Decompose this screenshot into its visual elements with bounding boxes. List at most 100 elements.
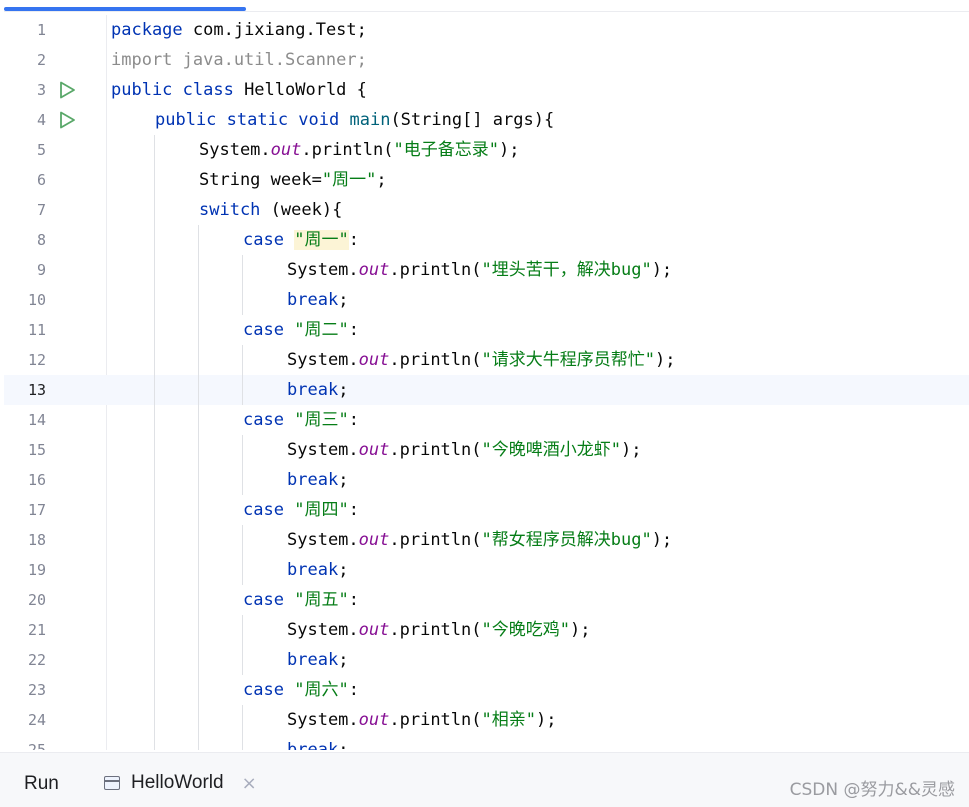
line-number[interactable]: 17 <box>4 501 46 519</box>
line-number[interactable]: 15 <box>4 441 46 459</box>
line-number[interactable]: 25 <box>4 741 46 750</box>
code-text[interactable]: public class HelloWorld { <box>111 80 367 100</box>
code-line[interactable]: 14 case "周三": <box>4 405 969 435</box>
run-tool-window-title[interactable]: Run <box>24 773 59 795</box>
code-token: ; <box>338 290 349 310</box>
code-line[interactable]: 19 break; <box>4 555 969 585</box>
code-line[interactable]: 17 case "周四": <box>4 495 969 525</box>
line-number[interactable]: 1 <box>4 21 46 39</box>
code-text[interactable]: break; <box>287 470 348 490</box>
code-text[interactable]: case "周五": <box>243 590 359 610</box>
code-text[interactable]: public static void main(String[] args){ <box>155 110 554 130</box>
code-text[interactable]: break; <box>287 380 348 400</box>
code-text[interactable]: import java.util.Scanner; <box>111 50 367 70</box>
code-line[interactable]: 5 System.out.println("电子备忘录"); <box>4 135 969 165</box>
code-line[interactable]: 15 System.out.println("今晚啤酒小龙虾"); <box>4 435 969 465</box>
code-text[interactable]: case "周二": <box>243 320 359 340</box>
code-line[interactable]: 10 break; <box>4 285 969 315</box>
code-text[interactable]: switch (week){ <box>199 200 342 220</box>
code-line[interactable]: 21 System.out.println("今晚吃鸡"); <box>4 615 969 645</box>
line-number[interactable]: 7 <box>4 201 46 219</box>
indent-guide <box>242 345 243 405</box>
code-text[interactable]: break; <box>287 740 348 750</box>
line-number[interactable]: 2 <box>4 51 46 69</box>
code-text[interactable]: System.out.println("今晚啤酒小龙虾"); <box>287 440 641 460</box>
code-token: ); <box>620 440 642 460</box>
line-number[interactable]: 24 <box>4 711 46 729</box>
code-editor[interactable]: 1 package com.jixiang.Test; 2 import java.u… <box>4 15 969 750</box>
close-icon[interactable]: × <box>242 773 257 794</box>
line-number[interactable]: 8 <box>4 231 46 249</box>
code-text[interactable]: System.out.println("今晚吃鸡"); <box>287 620 590 640</box>
code-line[interactable]: 25 break; <box>4 735 969 750</box>
line-number[interactable]: 11 <box>4 321 46 339</box>
code-token: import java.util.Scanner; <box>111 50 367 70</box>
line-number[interactable]: 19 <box>4 561 46 579</box>
code-text[interactable]: System.out.println("埋头苦干，解决bug"); <box>287 260 672 280</box>
code-text[interactable]: System.out.println("帮女程序员解决bug"); <box>287 530 672 550</box>
code-token: .println( <box>389 350 482 370</box>
code-text[interactable]: case "周六": <box>243 680 359 700</box>
code-line[interactable]: 7 switch (week){ <box>4 195 969 225</box>
code-line[interactable]: 9 System.out.println("埋头苦干，解决bug"); <box>4 255 969 285</box>
code-line[interactable]: 22 break; <box>4 645 969 675</box>
code-token: case <box>243 680 284 700</box>
line-number[interactable]: 20 <box>4 591 46 609</box>
line-number[interactable]: 21 <box>4 621 46 639</box>
line-number[interactable]: 14 <box>4 411 46 429</box>
code-line[interactable]: 16 break; <box>4 465 969 495</box>
line-number[interactable]: 6 <box>4 171 46 189</box>
code-text[interactable]: break; <box>287 560 348 580</box>
code-token: "请求大牛程序员帮忙" <box>481 350 655 370</box>
tab-label[interactable]: HelloWorld <box>131 772 224 794</box>
code-text[interactable]: System.out.println("请求大牛程序员帮忙"); <box>287 350 675 370</box>
line-number[interactable]: 23 <box>4 681 46 699</box>
code-text[interactable]: System.out.println("相亲"); <box>287 710 556 730</box>
code-line[interactable]: 6 String week="周一"; <box>4 165 969 195</box>
code-line[interactable]: 1 package com.jixiang.Test; <box>4 15 969 45</box>
code-text[interactable]: case "周四": <box>243 500 359 520</box>
code-line[interactable]: 18 System.out.println("帮女程序员解决bug"); <box>4 525 969 555</box>
code-text[interactable]: case "周一": <box>243 230 359 250</box>
code-text[interactable]: break; <box>287 650 348 670</box>
code-text[interactable]: break; <box>287 290 348 310</box>
line-number[interactable]: 12 <box>4 351 46 369</box>
code-line[interactable]: 23 case "周六": <box>4 675 969 705</box>
line-number[interactable]: 22 <box>4 651 46 669</box>
code-text[interactable]: case "周三": <box>243 410 359 430</box>
code-text[interactable]: String week="周一"; <box>199 170 387 190</box>
tab-helloworld[interactable]: HelloWorld × <box>104 771 257 795</box>
run-tool-window-bar: Run HelloWorld × CSDN @努力&&灵感 <box>0 753 969 807</box>
line-number[interactable]: 16 <box>4 471 46 489</box>
line-number[interactable]: 4 <box>4 111 46 129</box>
code-text[interactable]: System.out.println("电子备忘录"); <box>199 140 519 160</box>
line-number[interactable]: 9 <box>4 261 46 279</box>
line-number[interactable]: 18 <box>4 531 46 549</box>
code-token: HelloWorld { <box>233 80 367 100</box>
code-line[interactable]: 4 public static void main(String[] args){ <box>4 105 969 135</box>
code-line[interactable]: 13 break; <box>4 375 969 405</box>
line-number[interactable]: 5 <box>4 141 46 159</box>
code-line[interactable]: 12 System.out.println("请求大牛程序员帮忙"); <box>4 345 969 375</box>
code-line[interactable]: 24 System.out.println("相亲"); <box>4 705 969 735</box>
code-token: ; <box>338 740 349 750</box>
line-number[interactable]: 10 <box>4 291 46 309</box>
line-number[interactable]: 3 <box>4 81 46 99</box>
code-line[interactable]: 8 case "周一": <box>4 225 969 255</box>
line-number[interactable]: 13 <box>4 381 46 399</box>
code-token: "周四" <box>294 500 349 520</box>
code-line[interactable]: 11 case "周二": <box>4 315 969 345</box>
code-token: switch <box>199 200 261 220</box>
run-triangle-icon[interactable] <box>56 79 78 101</box>
code-line[interactable]: 3 public class HelloWorld { <box>4 75 969 105</box>
code-line[interactable]: 20 case "周五": <box>4 585 969 615</box>
code-token: "今晚啤酒小龙虾" <box>481 440 621 460</box>
code-text[interactable]: package com.jixiang.Test; <box>111 20 367 40</box>
code-line[interactable]: 2 import java.util.Scanner; <box>4 45 969 75</box>
code-token: ; <box>338 470 349 490</box>
run-triangle-icon[interactable] <box>56 109 78 131</box>
